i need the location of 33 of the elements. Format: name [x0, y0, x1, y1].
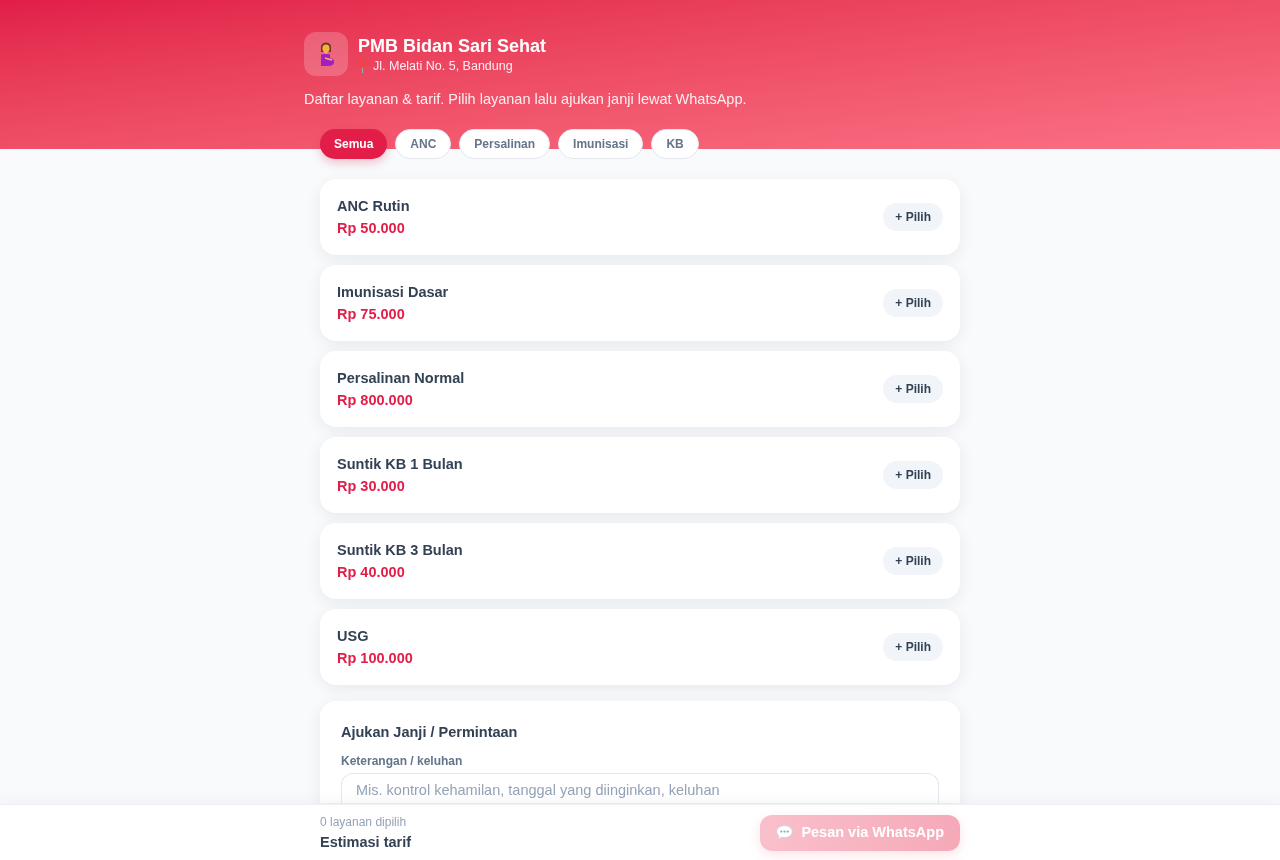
pick-button[interactable]: + Pilih — [883, 203, 943, 231]
service-name: USG — [337, 627, 370, 645]
service-price: Rp 40.000 — [337, 563, 406, 581]
form-title: Ajukan Janji / Permintaan — [341, 723, 519, 741]
header-description: Daftar layanan & tarif. Pilih layanan lalu ajukan janji lewat WhatsApp. — [304, 90, 748, 109]
pick-button[interactable]: + Pilih — [883, 633, 943, 661]
service-price: Rp 75.000 — [337, 305, 406, 323]
pick-button[interactable]: + Pilih — [883, 547, 943, 575]
filter-tab[interactable]: Semua — [320, 129, 388, 159]
service-price: Rp 100.000 — [337, 649, 413, 667]
complaint-textarea[interactable]: Mis. kontrol kehamilan, tanggal yang diinginkan, keluhan — [341, 773, 939, 803]
pin-icon — [358, 59, 367, 73]
selected-count: 0 layanan dipilih — [320, 814, 408, 830]
estimate-label: Estimasi tarif — [320, 833, 412, 851]
service-name: Suntik KB 3 Bulan — [337, 541, 463, 559]
filter-tab[interactable]: KB — [651, 129, 699, 159]
pick-button[interactable]: + Pilih — [883, 289, 943, 317]
pick-button[interactable]: + Pilih — [883, 375, 943, 403]
service-name: Suntik KB 1 Bulan — [337, 455, 463, 473]
clinic-name: PMB Bidan Sari Sehat — [358, 34, 547, 58]
service-price: Rp 800.000 — [337, 391, 414, 409]
pick-button[interactable]: + Pilih — [883, 461, 943, 489]
service-name: Imunisasi Dasar — [337, 283, 449, 301]
service-price: Rp 30.000 — [337, 477, 406, 495]
service-price: Rp 50.000 — [337, 219, 406, 237]
service-name: ANC Rutin — [337, 197, 410, 215]
filter-tab[interactable]: ANC — [395, 129, 452, 159]
filter-tab[interactable]: Imunisasi — [558, 129, 644, 159]
speech-bubble-icon — [776, 825, 794, 840]
clinic-address: Jl. Melati No. 5, Bandung — [373, 57, 513, 75]
filter-tab[interactable]: Persalinan — [459, 129, 551, 159]
field-label: Keterangan / keluhan — [341, 753, 464, 769]
service-name: Persalinan Normal — [337, 369, 465, 387]
